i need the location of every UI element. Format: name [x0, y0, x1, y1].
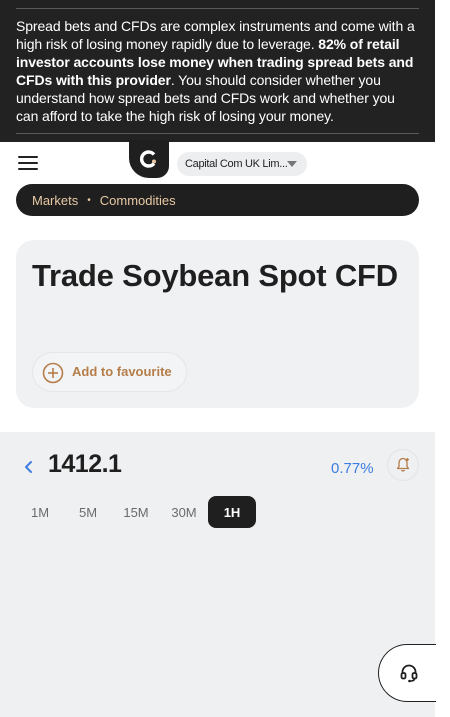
entity-selector[interactable]: Capital Com UK Lim...: [177, 152, 307, 176]
price-alert-button[interactable]: [387, 449, 419, 481]
site-header: Capital Com UK Lim...: [0, 140, 435, 184]
hamburger-icon[interactable]: [18, 156, 38, 170]
capital-com-logo[interactable]: [129, 140, 169, 178]
breadcrumb-commodities[interactable]: Commodities: [100, 193, 176, 208]
chevron-left-icon[interactable]: [22, 460, 36, 474]
caret-down-icon: [287, 161, 297, 167]
risk-warning-text: Spread bets and CFDs are complex instrum…: [16, 18, 415, 124]
bell-icon: [396, 457, 410, 472]
timeframe-1h[interactable]: 1H: [208, 496, 256, 528]
chart-panel: 1412.1 0.77% 1M 5M 15M 30M 1H: [0, 432, 435, 717]
timeframe-30m[interactable]: 30M: [166, 496, 202, 528]
divider: [16, 133, 419, 134]
headset-icon: [400, 664, 418, 683]
breadcrumb: Markets • Commodities: [16, 184, 419, 216]
entity-selector-label: Capital Com UK Lim...: [185, 158, 288, 170]
support-chat-button[interactable]: [378, 644, 436, 702]
plus-circle-icon: [42, 362, 64, 384]
timeframe-1m[interactable]: 1M: [24, 496, 56, 528]
price-change: 0.77%: [331, 460, 374, 477]
add-to-favourite-button[interactable]: Add to favourite: [32, 352, 187, 392]
breadcrumb-separator: •: [87, 194, 91, 206]
timeframe-15m[interactable]: 15M: [119, 496, 153, 528]
divider: [16, 8, 419, 9]
risk-warning-banner: Spread bets and CFDs are complex instrum…: [0, 0, 435, 142]
breadcrumb-markets[interactable]: Markets: [32, 193, 78, 208]
page-title: Trade Soybean Spot CFD: [32, 258, 398, 293]
current-price: 1412.1: [48, 450, 122, 478]
instrument-header-card: Trade Soybean Spot CFD Add to favourite: [16, 240, 419, 408]
favourite-label: Add to favourite: [72, 364, 172, 379]
timeframe-5m[interactable]: 5M: [72, 496, 104, 528]
